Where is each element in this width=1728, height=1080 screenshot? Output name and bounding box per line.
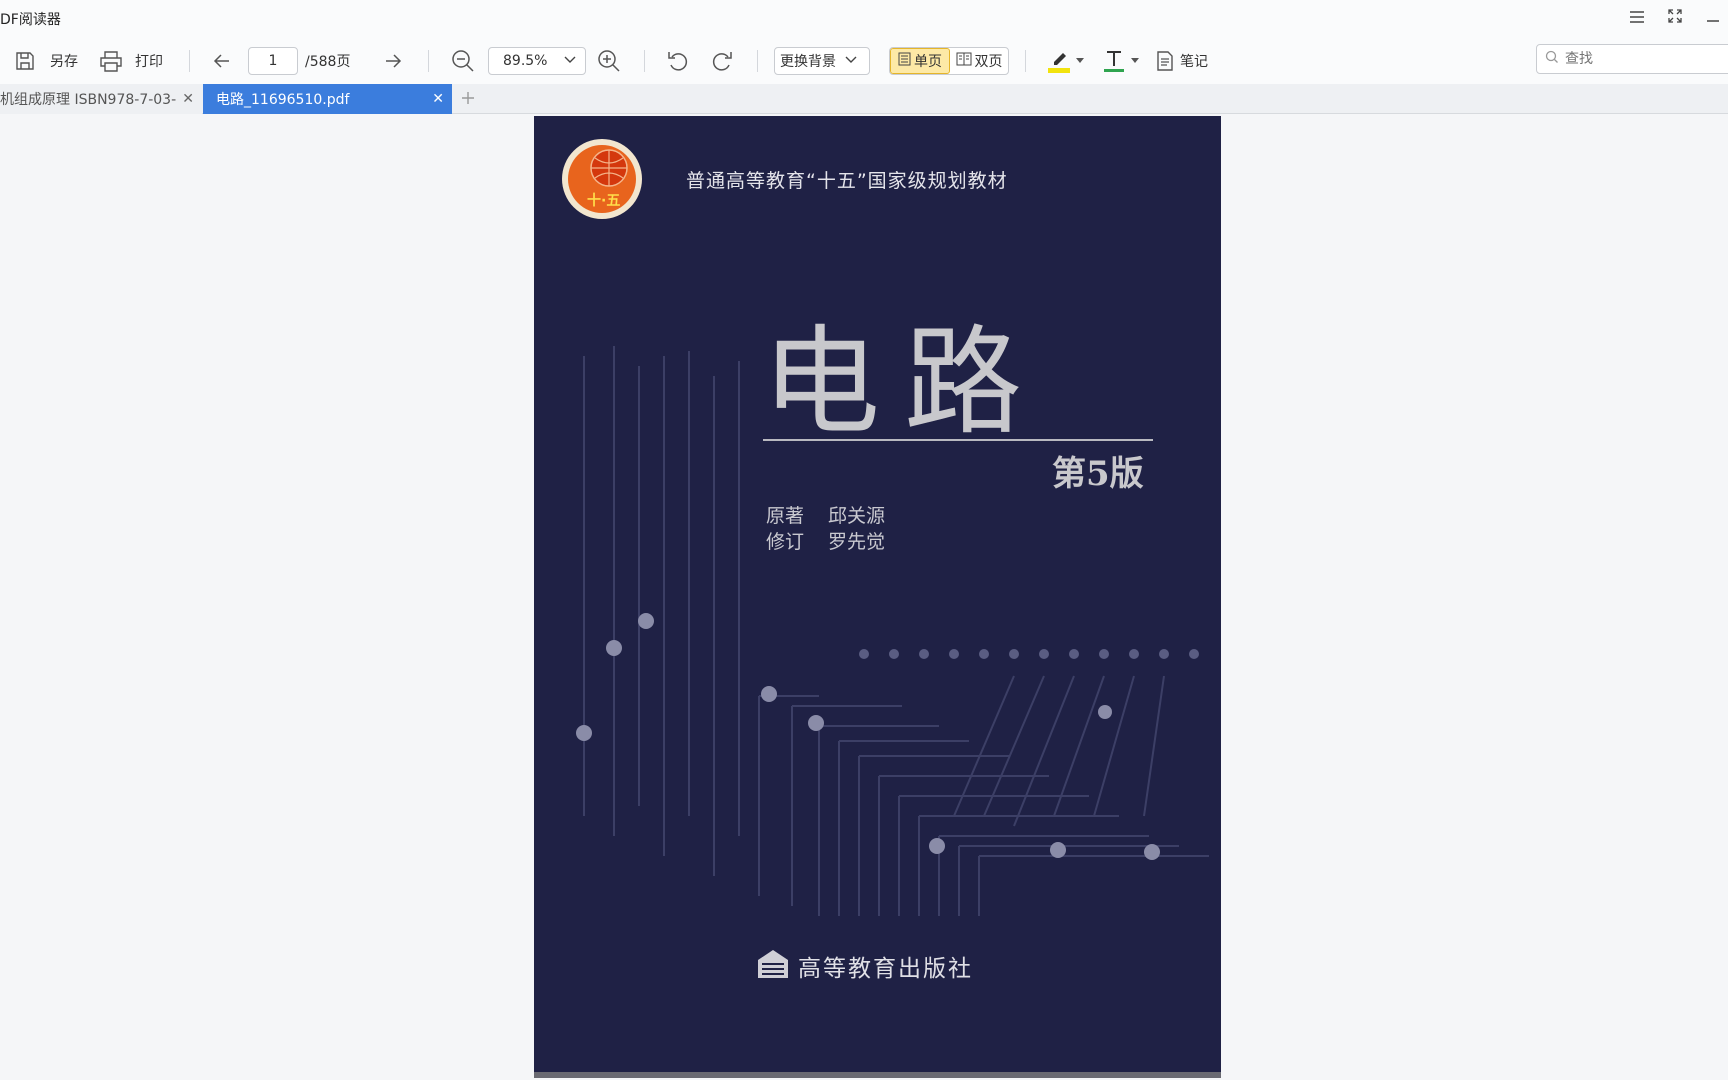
single-page-icon [898, 52, 911, 70]
publisher-logo-icon [754, 946, 792, 986]
logo-text: 十·五 [587, 193, 621, 209]
page-total: /588页 [305, 54, 351, 70]
title-divider [763, 439, 1153, 441]
zoom-out-icon [451, 49, 475, 73]
tab-label: 电路_11696510.pdf [216, 92, 350, 108]
caret-down-icon [1076, 58, 1084, 64]
close-icon[interactable]: ✕ [182, 90, 194, 108]
page-edge-shadow [534, 1072, 1221, 1078]
search-input[interactable] [1565, 51, 1715, 67]
book-title: 电路 [762, 313, 1047, 451]
author-role: 原著 [766, 505, 805, 527]
zoom-in-button[interactable] [597, 46, 621, 76]
arrow-right-icon [383, 51, 403, 71]
page-number-input[interactable] [248, 47, 298, 75]
text-underline-icon [1103, 48, 1125, 74]
save-as-button[interactable]: 另存 [14, 46, 78, 76]
zoom-select[interactable]: 89.5% [488, 47, 586, 75]
background-label: 更换背景 [780, 54, 836, 70]
printer-icon [99, 50, 123, 72]
arrow-left-icon [212, 51, 232, 71]
double-page-icon [956, 52, 972, 70]
circuit-pattern-decoration [576, 346, 1209, 916]
separator [644, 50, 645, 72]
tenth-five-year-plan-logo: 十·五 [561, 138, 643, 220]
print-label: 打印 [135, 54, 163, 70]
reviser-role: 修订 [766, 531, 805, 553]
separator [189, 50, 190, 72]
separator [757, 50, 758, 72]
close-icon[interactable]: ✕ [432, 90, 444, 108]
separator [1025, 50, 1026, 72]
notes-label: 笔记 [1180, 54, 1208, 70]
app-title: DF阅读器 [0, 12, 61, 28]
double-page-button[interactable]: 双页 [950, 48, 1008, 74]
save-icon [14, 50, 36, 72]
double-page-label: 双页 [974, 54, 1003, 70]
zoom-out-button[interactable] [451, 46, 475, 76]
tab-bar: 机组成原理 ISBN978-7-03- ✕ 电路_11696510.pdf ✕ [0, 84, 1728, 114]
pdf-page: 十·五 普通高等教育“十五”国家级规划教材 电路 第5版 原著 邱关源 修订 罗先觉… [534, 116, 1221, 1076]
book-edition: 第5版 [1052, 454, 1144, 494]
prev-page-button[interactable] [212, 46, 232, 76]
tab-label: 机组成原理 ISBN978-7-03- [0, 92, 176, 108]
save-as-label: 另存 [50, 54, 78, 70]
rotate-left-button[interactable] [666, 46, 690, 76]
author-line: 原著 邱关源 [766, 501, 885, 528]
fullscreen-icon[interactable] [1664, 8, 1686, 30]
new-tab-button[interactable] [460, 87, 476, 111]
search-icon [1545, 50, 1559, 68]
toolbar: 另存 打印 /588页 89.5% [0, 38, 1728, 84]
highlighter-icon [1046, 48, 1072, 74]
chevron-down-icon [563, 53, 577, 69]
author-name: 邱关源 [828, 505, 886, 527]
tab-document-2[interactable]: 电路_11696510.pdf ✕ [203, 84, 452, 114]
publisher: 高等教育出版社 [754, 946, 973, 986]
reviser-name: 罗先觉 [828, 531, 886, 553]
minimize-button[interactable] [1702, 8, 1724, 30]
note-icon [1156, 50, 1174, 72]
next-page-button[interactable] [383, 46, 403, 76]
single-page-label: 单页 [914, 54, 942, 70]
rotate-ccw-icon [666, 49, 690, 73]
tab-document-1[interactable]: 机组成原理 ISBN978-7-03- ✕ [0, 84, 202, 114]
chevron-down-icon [844, 53, 858, 69]
document-viewer[interactable]: 十·五 普通高等教育“十五”国家级规划教材 电路 第5版 原著 邱关源 修订 罗先觉… [0, 114, 1728, 1080]
notes-button[interactable]: 笔记 [1156, 46, 1208, 76]
underline-button[interactable] [1103, 46, 1139, 76]
rotate-right-button[interactable] [710, 46, 734, 76]
search-box [1536, 44, 1728, 74]
zoom-value: 89.5% [503, 53, 548, 69]
menu-icon[interactable] [1626, 8, 1648, 30]
print-button[interactable]: 打印 [99, 46, 163, 76]
single-page-button[interactable]: 单页 [890, 48, 950, 74]
background-select[interactable]: 更换背景 [774, 47, 870, 75]
book-series-subtitle: 普通高等教育“十五”国家级规划教材 [686, 170, 1008, 192]
reviser-line: 修订 罗先觉 [766, 527, 885, 554]
separator [428, 50, 429, 72]
title-bar: DF阅读器 [0, 0, 1728, 38]
caret-down-icon [1131, 58, 1139, 64]
view-mode-toggle: 单页 双页 [889, 47, 1009, 75]
zoom-in-icon [597, 49, 621, 73]
rotate-cw-icon [710, 49, 734, 73]
highlight-button[interactable] [1046, 46, 1084, 76]
publisher-name: 高等教育出版社 [798, 956, 973, 982]
